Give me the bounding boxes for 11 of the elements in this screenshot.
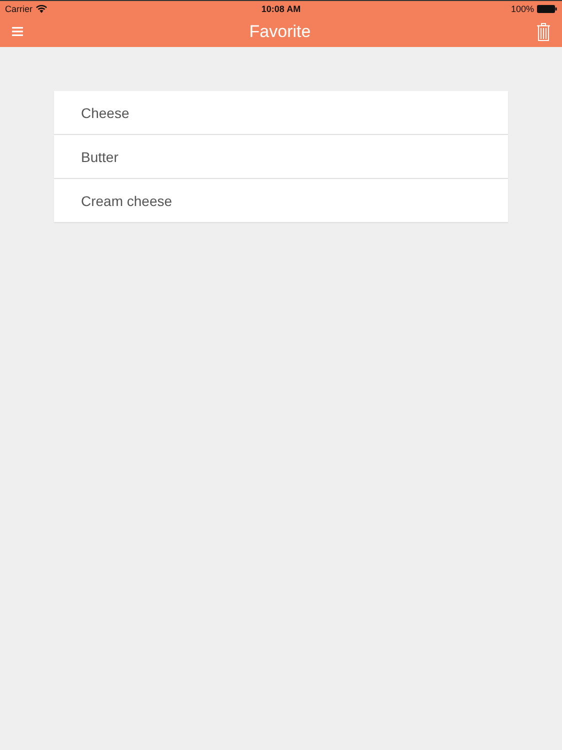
favorite-item[interactable]: Butter [54,135,508,178]
carrier-name: Carrier [5,4,33,14]
trash-icon[interactable] [536,22,550,40]
status-time: 10:08 AM [261,4,301,14]
menu-icon[interactable] [12,27,23,36]
nav-title: Favorite [249,22,311,42]
favorite-item[interactable]: Cream cheese [54,179,508,222]
battery-percent: 100% [510,4,534,14]
wifi-icon [36,4,47,12]
battery-icon [537,4,557,12]
favorite-item[interactable]: Cheese [54,91,508,134]
